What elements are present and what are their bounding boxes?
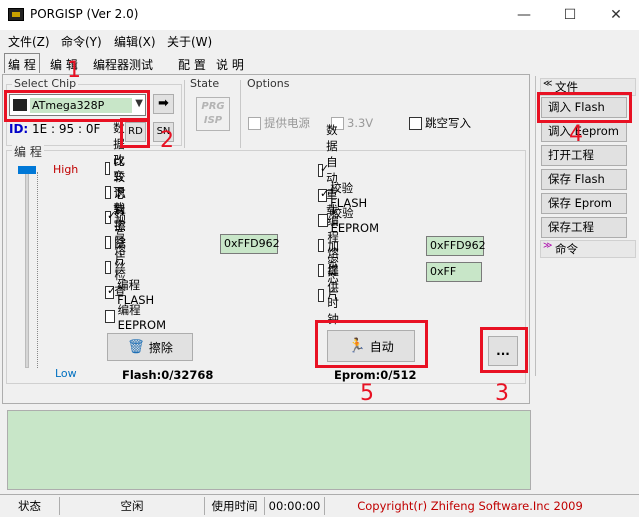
menu-bar: 文件(Z) 命令(Y) 编辑(X) 关于(W) (0, 30, 639, 52)
program-right-checkbox[interactable] (318, 213, 328, 227)
save-project-button[interactable]: 保存工程 (541, 217, 627, 238)
program-left-checkbox[interactable] (105, 284, 116, 299)
open-project-button[interactable]: 打开工程 (541, 145, 627, 166)
go-arrow-button[interactable]: ➡ (153, 94, 174, 114)
jump-write-label: 跳空写入 (425, 116, 471, 130)
lock-field[interactable]: 0xFF (426, 262, 482, 282)
program-left-option[interactable]: 编程 FLASH (105, 278, 158, 307)
prg-isp-logo: PRG ISP (196, 97, 230, 131)
program-left-label: 编程 EEPROM (117, 302, 167, 332)
save-eprom-button[interactable]: 保存 Eprom (541, 193, 627, 214)
program-right-checkbox[interactable] (318, 187, 329, 202)
flash-info: Flash:0/32768 (122, 368, 214, 382)
jump-write-option[interactable]: 跳空写入 (409, 115, 471, 131)
menu-edit[interactable]: 编辑(X) (114, 33, 156, 50)
priority-slider-track[interactable] (25, 170, 29, 368)
program-left-option[interactable]: 编程 EEPROM (105, 303, 169, 332)
trash-icon: 🗑 (127, 339, 145, 355)
program-right-checkbox[interactable] (318, 238, 325, 252)
menu-file[interactable]: 文件(Z) (8, 33, 50, 50)
divider (184, 80, 185, 148)
program-left-checkbox[interactable] (105, 161, 111, 175)
sidebar-command-label: 命令 (555, 242, 578, 256)
minimize-button[interactable]: — (501, 0, 547, 30)
program-right-checkbox[interactable] (318, 263, 325, 277)
annotation-box-4 (537, 92, 632, 123)
maximize-button[interactable]: ☐ (547, 0, 593, 30)
annotation-number-2: 2 (160, 128, 174, 153)
close-button[interactable]: ✕ (593, 0, 639, 30)
tab-help[interactable]: 说 明 (212, 53, 248, 73)
app-icon (8, 8, 24, 21)
copyright-text: Copyright(r) Zhifeng Software.Inc 2009 (357, 499, 583, 513)
slider-ticks (37, 172, 41, 368)
program-right-option[interactable]: 校验 FLASH (318, 181, 371, 210)
status-state-value: 空闲 (60, 497, 205, 515)
power-option[interactable]: 提供电源 (248, 115, 310, 131)
status-state-label: 状态 (0, 497, 60, 515)
options-label: Options (245, 77, 292, 90)
id-label: ID: (9, 122, 29, 136)
chevron-down-icon: ≫ (543, 241, 553, 251)
priority-slider-thumb[interactable] (18, 166, 36, 174)
program-right-option[interactable]: 数据自动重载 (318, 123, 346, 217)
eprom-info: Eprom:0/512 (334, 368, 417, 382)
annotation-number-3: 3 (495, 381, 509, 406)
jump-write-checkbox[interactable] (409, 116, 422, 130)
tab-programmer-test[interactable]: 编程器测试 (89, 53, 157, 73)
program-left-checkbox[interactable] (105, 310, 115, 324)
program-left-checkbox[interactable] (105, 186, 111, 200)
tab-program[interactable]: 编 程 (4, 53, 40, 73)
logo-line-2: ISP (203, 115, 223, 126)
program-group-label: 编 程 (12, 143, 44, 160)
program-right-checkbox[interactable] (318, 288, 325, 302)
program-fuse-field[interactable]: 0xFFD962 (426, 236, 486, 256)
voltage-label: 3.3V (347, 116, 374, 130)
annotation-box-3 (480, 327, 528, 373)
tab-strip: 编 程 编 辑 编程器测试 配 置 说 明 (0, 52, 639, 74)
sidebar-command-header[interactable]: ≫ 命令 (540, 240, 636, 258)
erase-label: 擦除 (148, 340, 173, 355)
erase-button[interactable]: 🗑 擦除 (107, 333, 193, 361)
divider (240, 80, 241, 148)
menu-command[interactable]: 命令(Y) (61, 33, 102, 50)
save-flash-button[interactable]: 保存 Flash (541, 169, 627, 190)
annotation-box-2 (120, 118, 150, 148)
window-title: PORGISP (Ver 2.0) (30, 7, 139, 21)
slider-high-label: High (53, 163, 79, 176)
program-right-option[interactable]: 提供时钟 (318, 264, 346, 326)
logo-line-1: PRG (201, 101, 225, 112)
power-checkbox[interactable] (248, 116, 261, 130)
prewrite-fuse-field[interactable]: 0xFFD962 (220, 234, 280, 254)
status-time-label: 使用时间 (205, 497, 265, 515)
program-left-checkbox[interactable] (105, 209, 117, 225)
program-left-checkbox[interactable] (105, 260, 112, 274)
program-left-checkbox[interactable] (105, 235, 112, 249)
slider-low-label: Low (55, 367, 77, 380)
load-eeprom-button[interactable]: 调入 Eeprom (541, 121, 627, 142)
status-bar: 状态 空闲 使用时间 00:00:00 Copyright(r) Zhifeng… (0, 494, 639, 517)
tab-config[interactable]: 配 置 (174, 53, 210, 73)
annotation-number-1: 1 (67, 58, 81, 83)
program-right-label: 提供时钟 (327, 264, 339, 326)
menu-about[interactable]: 关于(W) (167, 33, 212, 50)
title-bar: PORGISP (Ver 2.0) — ☐ ✕ (0, 0, 639, 30)
status-time-value: 00:00:00 (265, 497, 325, 515)
output-log[interactable] (7, 410, 531, 490)
program-right-checkbox[interactable] (318, 162, 329, 177)
program-left-option[interactable]: 空片检查 (105, 236, 133, 298)
annotation-number-4: 4 (569, 122, 583, 147)
state-label: State (188, 77, 222, 90)
annotation-box-5 (315, 320, 428, 368)
annotation-number-5: 5 (360, 381, 374, 406)
id-value: 1E : 95 : 0F (32, 122, 101, 136)
power-label: 提供电源 (264, 116, 310, 130)
chevron-up-icon: ≪ (543, 79, 553, 89)
